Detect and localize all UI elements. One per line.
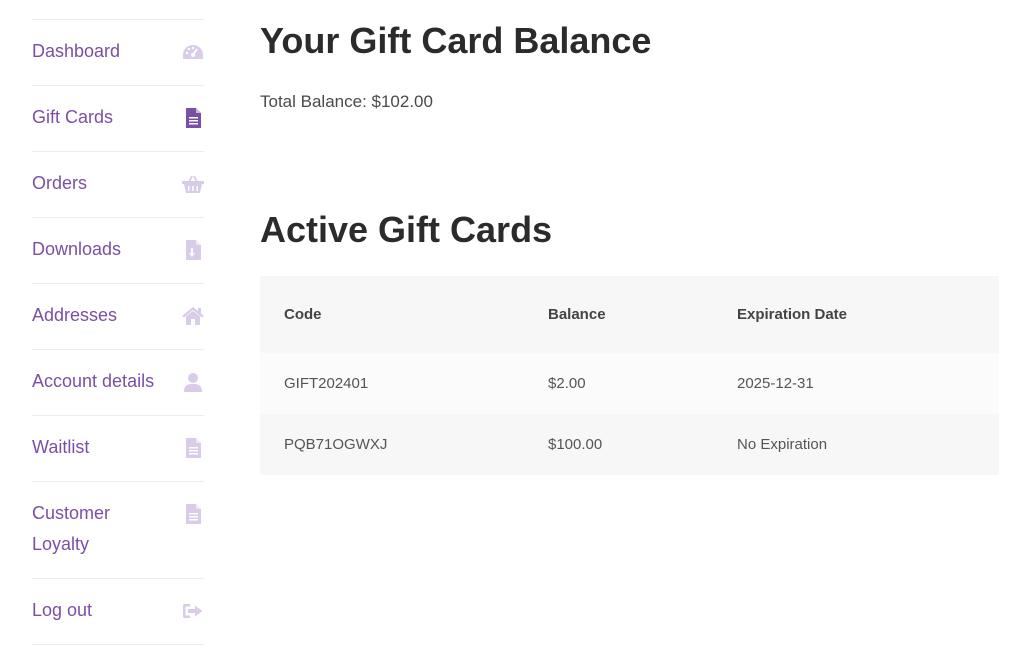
gift-cards-table: Code Balance Expiration Date GIFT202401 … [260, 276, 999, 475]
sidebar-item-waitlist[interactable]: Waitlist [32, 416, 204, 482]
sidebar-item-label: Customer Loyalty [32, 503, 111, 554]
column-header-expiration-date: Expiration Date [737, 306, 848, 323]
home-icon [182, 305, 204, 327]
sidebar-item-log-out[interactable]: Log out [32, 579, 204, 645]
sidebar-item-addresses[interactable]: Addresses [32, 284, 204, 350]
sidebar-item-downloads[interactable]: Downloads [32, 218, 204, 284]
sign-out-icon [182, 600, 204, 622]
gift-card-balance: $2.00 [548, 375, 586, 392]
gift-card-code: PQB71OGWXJ [284, 436, 388, 453]
document-icon [182, 503, 204, 525]
sidebar-item-account-details[interactable]: Account details [32, 350, 204, 416]
column-header-balance: Balance [548, 306, 606, 323]
section-title: Active Gift Cards [260, 209, 553, 250]
gift-card-balance: $100.00 [548, 436, 603, 453]
table-row: GIFT202401 $2.00 2025-12-31 [260, 353, 999, 414]
sidebar-item-label: Log out [32, 600, 93, 620]
table-row: PQB71OGWXJ $100.00 No Expiration [260, 414, 999, 475]
document-icon [182, 107, 204, 129]
sidebar-item-label: Addresses [32, 305, 118, 325]
user-icon [182, 371, 204, 393]
sidebar-item-label: Downloads [32, 239, 122, 259]
sidebar-item-dashboard[interactable]: Dashboard [32, 20, 204, 86]
sidebar-item-orders[interactable]: Orders [32, 152, 204, 218]
sidebar-item-label: Orders [32, 173, 88, 193]
dashboard-gauge-icon [182, 41, 204, 63]
document-icon [182, 437, 204, 459]
sidebar-item-gift-cards[interactable]: Gift Cards [32, 86, 204, 152]
account-navigation: Dashboard Gift Cards Orders Downloads Ad… [32, 19, 204, 645]
gift-card-code: GIFT202401 [284, 375, 369, 392]
gift-card-expiration: 2025-12-31 [737, 375, 814, 392]
page-title: Your Gift Card Balance [260, 20, 652, 61]
column-header-code: Code [284, 306, 322, 323]
sidebar-item-customer-loyalty[interactable]: Customer Loyalty [32, 482, 204, 579]
gift-card-expiration: No Expiration [737, 436, 828, 453]
sidebar-item-label: Gift Cards [32, 107, 114, 127]
sidebar-item-label: Account details [32, 371, 155, 391]
file-download-icon [182, 239, 204, 261]
total-balance-text: Total Balance: $102.00 [260, 92, 433, 111]
sidebar-item-label: Dashboard [32, 41, 121, 61]
my-account-page: Dashboard Gift Cards Orders Downloads Ad… [0, 0, 1024, 668]
basket-icon [182, 173, 204, 195]
table-header-row: Code Balance Expiration Date [260, 276, 999, 353]
sidebar-item-label: Waitlist [32, 437, 90, 457]
